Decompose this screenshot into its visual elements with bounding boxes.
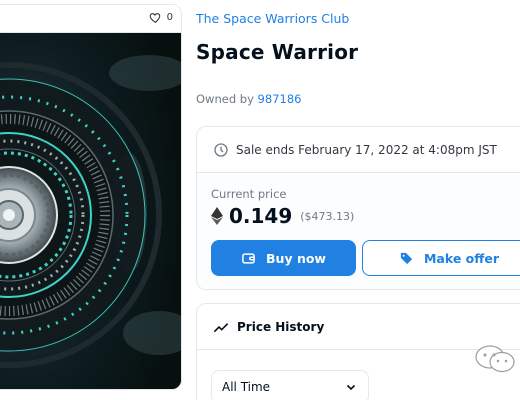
time-range-value: All Time xyxy=(222,380,271,394)
price-history-title: Price History xyxy=(237,319,325,334)
wallet-icon xyxy=(242,252,255,264)
owned-by-label: Owned by xyxy=(196,92,254,106)
owner-line: Owned by 987186 xyxy=(196,92,301,106)
chevron-down-icon xyxy=(346,384,356,391)
trend-line-icon xyxy=(213,322,229,332)
media-toolbar: 0 xyxy=(0,5,181,33)
collection-link[interactable]: The Space Warriors Club xyxy=(196,11,349,26)
tag-icon xyxy=(400,252,413,264)
owner-link[interactable]: 987186 xyxy=(258,92,302,106)
sale-card: Sale ends February 17, 2022 at 4:08pm JS… xyxy=(196,126,520,290)
buy-now-button[interactable]: Buy now xyxy=(211,240,356,276)
clock-icon xyxy=(214,142,228,157)
heart-icon xyxy=(149,13,160,24)
media-card: 0 xyxy=(0,4,182,390)
space-warrior-artwork xyxy=(0,33,181,389)
buy-now-label: Buy now xyxy=(266,250,326,266)
make-offer-button[interactable]: Make offer xyxy=(362,240,520,276)
favorite-button[interactable]: 0 xyxy=(149,11,173,24)
favorite-count: 0 xyxy=(166,12,173,23)
price-history-header[interactable]: Price History xyxy=(197,304,520,350)
make-offer-label: Make offer xyxy=(423,250,500,266)
price-section: Current price 0.149 ($473.13) Buy now Ma… xyxy=(197,173,520,289)
time-range-select[interactable]: All Time xyxy=(211,370,369,400)
price-history-card: Price History All Time xyxy=(196,303,520,400)
ethereum-icon xyxy=(211,207,223,225)
item-title: Space Warrior xyxy=(196,40,359,64)
current-price-label: Current price xyxy=(211,187,287,201)
sale-end-text: Sale ends February 17, 2022 at 4:08pm JS… xyxy=(236,142,497,157)
nft-image[interactable] xyxy=(0,33,181,389)
price-usd: ($473.13) xyxy=(300,209,355,223)
wechat-watermark-icon xyxy=(475,345,515,373)
sale-end-row: Sale ends February 17, 2022 at 4:08pm JS… xyxy=(197,127,520,173)
price-value: 0.149 xyxy=(229,204,293,228)
price-row: 0.149 ($473.13) xyxy=(211,204,354,228)
